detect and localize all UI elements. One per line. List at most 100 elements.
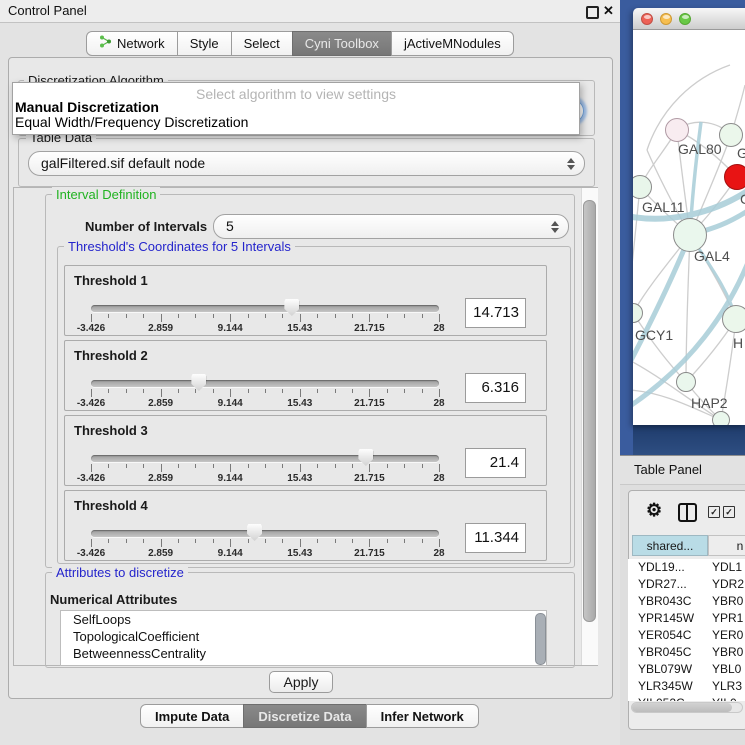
tick-mark	[369, 389, 370, 397]
tick-mark	[126, 464, 127, 468]
tab-discretize-data[interactable]: Discretize Data	[243, 704, 366, 728]
checkbox-checked-icon-2[interactable]: ✓	[723, 506, 735, 518]
checkbox-checked-icon-1[interactable]: ✓	[708, 506, 720, 518]
bottom-tab-strip: Impute DataDiscretize DataInfer Network	[140, 704, 479, 728]
vertical-scrollbar-thumb[interactable]	[583, 200, 596, 622]
thresholds-group-title: Threshold's Coordinates for 5 Intervals	[64, 239, 295, 254]
tick-mark	[248, 539, 249, 543]
table-row[interactable]: YBR043CYBR0	[628, 593, 745, 610]
threshold-value-field[interactable]: 14.713	[465, 298, 526, 328]
threshold-slider-track[interactable]	[91, 530, 439, 537]
tick-mark	[439, 389, 440, 397]
mac-minimize-button[interactable]	[660, 13, 672, 25]
threshold-value-field[interactable]: 6.316	[465, 373, 526, 403]
tick-mark	[265, 389, 266, 393]
threshold-slider-track[interactable]	[91, 455, 439, 462]
mac-close-button[interactable]	[641, 13, 653, 25]
tick-mark	[195, 539, 196, 543]
tick-mark	[282, 464, 283, 468]
tab-cyni-toolbox[interactable]: Cyni Toolbox	[292, 31, 392, 56]
numerical-attributes-list[interactable]: SelfLoopsTopologicalCoefficientBetweenne…	[60, 610, 547, 666]
close-icon[interactable]: ✕	[603, 3, 614, 19]
table-row[interactable]: YDR27...YDR2	[628, 576, 745, 593]
tab-style[interactable]: Style	[177, 31, 232, 56]
network-node-ga[interactable]	[719, 123, 743, 147]
columns-icon[interactable]	[678, 503, 697, 522]
table-row[interactable]: YDL19...YDL1	[628, 559, 745, 576]
tick-mark	[248, 389, 249, 393]
table-row[interactable]: YLR345WYLR3	[628, 678, 745, 695]
tick-mark	[352, 389, 353, 393]
network-node-gal4[interactable]	[673, 218, 707, 252]
table-row[interactable]: YBR045CYBR0	[628, 644, 745, 661]
table-row[interactable]: YBL079WYBL0	[628, 661, 745, 678]
attribute-item-topologicalcoefficient[interactable]: TopologicalCoefficient	[61, 628, 546, 645]
column-header-shared-name[interactable]: shared...	[632, 535, 708, 556]
table-row[interactable]: YPR145WYPR1	[628, 610, 745, 627]
table-panel-titlebar: Table Panel	[620, 455, 745, 485]
slider-tick-labels: -3.4262.8599.14415.4321.71528	[91, 398, 439, 409]
tick-mark	[91, 464, 92, 472]
cell-name: YIL0	[712, 695, 737, 701]
network-view-window: GAL80GACGAL11GAL4GCY1HHAP2	[633, 8, 745, 425]
algorithm-option-equal-width-frequency-discretization[interactable]: Equal Width/Frequency Discretization	[15, 115, 575, 130]
float-window-icon[interactable]	[586, 6, 599, 19]
network-node-hap2[interactable]	[676, 372, 696, 392]
attribute-item-betweennesscentrality[interactable]: BetweennessCentrality	[61, 645, 546, 662]
slider-tick-labels: -3.4262.8599.14415.4321.71528	[91, 548, 439, 559]
top-tab-strip: NetworkStyleSelectCyni ToolboxjActiveMNo…	[86, 31, 514, 56]
network-canvas[interactable]: GAL80GACGAL11GAL4GCY1HHAP2	[633, 30, 745, 425]
network-window-titlebar[interactable]	[633, 8, 745, 30]
threshold-label: Threshold 2	[74, 348, 148, 363]
column-header-name[interactable]: n	[708, 535, 745, 556]
table-row[interactable]: YER054CYER0	[628, 627, 745, 644]
table-row[interactable]: YIL052CYIL0	[628, 695, 745, 701]
tab-impute-data[interactable]: Impute Data	[140, 704, 244, 728]
horizontal-scrollbar-thumb[interactable]	[632, 703, 732, 712]
tick-mark	[161, 464, 162, 472]
tick-mark	[369, 314, 370, 322]
table-data-combobox[interactable]: galFiltered.sif default node	[28, 151, 585, 176]
tick-mark	[404, 464, 405, 468]
apply-button[interactable]: Apply	[269, 671, 333, 693]
algorithm-option-manual-discretization[interactable]: Manual Discretization	[15, 100, 575, 115]
threshold-slider-track[interactable]	[91, 380, 439, 387]
threshold-slider-track[interactable]	[91, 305, 439, 312]
network-node-label: GAL11	[642, 199, 685, 215]
tick-label: 9.144	[218, 323, 243, 334]
tick-mark	[335, 539, 336, 543]
tick-mark	[265, 314, 266, 318]
attributes-scrollbar-thumb[interactable]	[535, 613, 546, 665]
tick-mark	[387, 314, 388, 318]
slider-ticks	[91, 539, 439, 548]
threshold-value-field[interactable]: 11.344	[465, 523, 526, 553]
tick-mark	[195, 314, 196, 318]
network-node-gal80[interactable]	[665, 118, 689, 142]
tick-mark	[178, 464, 179, 468]
network-node[interactable]	[712, 411, 730, 425]
tab-jactivemnodules[interactable]: jActiveMNodules	[391, 31, 514, 56]
tick-mark	[404, 389, 405, 393]
network-node-label: GAL4	[694, 248, 730, 264]
network-node-h[interactable]	[722, 305, 745, 333]
threshold-value-field[interactable]: 21.4	[465, 448, 526, 478]
network-node-gal11[interactable]	[633, 175, 652, 199]
tick-mark	[230, 464, 231, 472]
tick-mark	[404, 539, 405, 543]
network-node-gcy1[interactable]	[633, 303, 643, 323]
attribute-item-selfloops[interactable]: SelfLoops	[61, 611, 546, 628]
number-of-intervals-combobox[interactable]: 5	[213, 214, 569, 239]
tab-network[interactable]: Network	[86, 31, 178, 56]
tab-select[interactable]: Select	[231, 31, 293, 56]
tick-mark	[352, 314, 353, 318]
tick-mark	[387, 464, 388, 468]
tick-mark	[422, 539, 423, 543]
network-node-c[interactable]	[724, 164, 745, 190]
desktop-shadow-band	[633, 425, 745, 455]
tick-label: -3.426	[77, 548, 105, 559]
mac-zoom-button[interactable]	[679, 13, 691, 25]
tab-infer-network[interactable]: Infer Network	[366, 704, 479, 728]
gear-icon[interactable]: ⚙	[646, 501, 662, 519]
tick-label: 9.144	[218, 473, 243, 484]
cell-shared-name: YER054C	[638, 627, 691, 644]
